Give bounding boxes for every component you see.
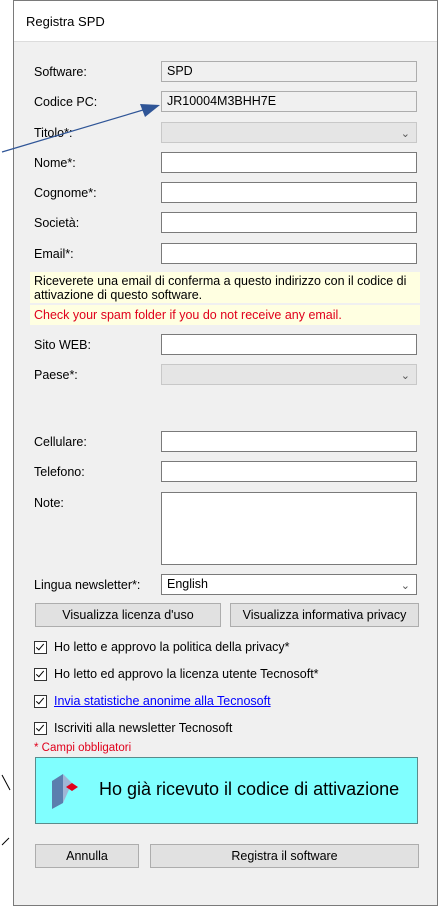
title-bar: Registra SPD — [14, 1, 437, 42]
privacy-checkbox-label: Ho letto e approvo la politica della pri… — [54, 640, 290, 654]
privacy-checkbox[interactable]: Ho letto e approvo la politica della pri… — [34, 640, 290, 654]
newsletter-checkbox[interactable]: Iscriviti alla newsletter Tecnosoft — [34, 721, 232, 735]
telefono-input[interactable] — [161, 461, 417, 482]
checkbox-checked-icon — [34, 721, 47, 735]
paese-label: Paese*: — [34, 368, 78, 382]
telefono-label: Telefono: — [34, 465, 85, 479]
societa-label: Società: — [34, 216, 80, 230]
cognome-input[interactable] — [161, 182, 417, 203]
window-title: Registra SPD — [26, 14, 105, 29]
license-checkbox[interactable]: Ho letto ed approvo la licenza utente Te… — [34, 667, 319, 681]
chevron-down-icon: ⌄ — [400, 128, 410, 140]
statistics-link[interactable]: Invia statistiche anonime alla Tecnosoft — [54, 694, 271, 708]
cancel-button[interactable]: Annulla — [35, 844, 139, 868]
societa-input[interactable] — [161, 212, 417, 233]
nome-label: Nome*: — [34, 156, 76, 170]
note-label: Note: — [34, 496, 64, 510]
spam-warning: Check your spam folder if you do not rec… — [30, 305, 420, 325]
view-license-button[interactable]: Visualizza licenza d'uso — [35, 603, 221, 627]
codice-pc-field: JR10004M3BHH7E — [161, 91, 417, 112]
statistics-checkbox[interactable]: Invia statistiche anonime alla Tecnosoft — [34, 694, 271, 708]
registration-dialog: Registra SPD Software: SPD Codice PC: JR… — [13, 0, 438, 906]
software-label: Software: — [34, 65, 87, 79]
email-label: Email*: — [34, 247, 74, 261]
activation-key-icon — [52, 774, 78, 809]
nome-input[interactable] — [161, 152, 417, 173]
titolo-label: Titolo*: — [34, 126, 73, 140]
lingua-value: English — [167, 577, 208, 591]
lingua-select[interactable]: English ⌄ — [161, 574, 417, 595]
checkbox-checked-icon — [34, 694, 47, 708]
lingua-label: Lingua newsletter*: — [34, 578, 141, 592]
titolo-select[interactable]: ⌄ — [161, 122, 417, 143]
email-input[interactable] — [161, 243, 417, 264]
checkbox-checked-icon — [34, 640, 47, 654]
sito-web-input[interactable] — [161, 334, 417, 355]
chevron-down-icon: ⌄ — [400, 370, 410, 382]
required-fields-note: * Campi obbligatori — [34, 742, 132, 754]
activation-button-label: Ho già ricevuto il codice di attivazione — [99, 779, 400, 799]
cellulare-input[interactable] — [161, 431, 417, 452]
software-field: SPD — [161, 61, 417, 82]
cellulare-label: Cellulare: — [34, 435, 87, 449]
view-privacy-button[interactable]: Visualizza informativa privacy — [230, 603, 419, 627]
newsletter-checkbox-label: Iscriviti alla newsletter Tecnosoft — [54, 721, 233, 735]
checkbox-checked-icon — [34, 667, 47, 681]
email-info-text: Riceverete una email di conferma a quest… — [30, 272, 420, 303]
paese-select[interactable]: ⌄ — [161, 364, 417, 385]
chevron-down-icon: ⌄ — [400, 580, 410, 592]
sito-web-label: Sito WEB: — [34, 338, 91, 352]
license-checkbox-label: Ho letto ed approvo la licenza utente Te… — [54, 667, 319, 681]
note-textarea[interactable] — [161, 492, 417, 565]
register-button[interactable]: Registra il software — [150, 844, 419, 868]
activation-code-button[interactable]: Ho già ricevuto il codice di attivazione — [35, 757, 418, 824]
cognome-label: Cognome*: — [34, 186, 97, 200]
codice-pc-label: Codice PC: — [34, 95, 98, 109]
